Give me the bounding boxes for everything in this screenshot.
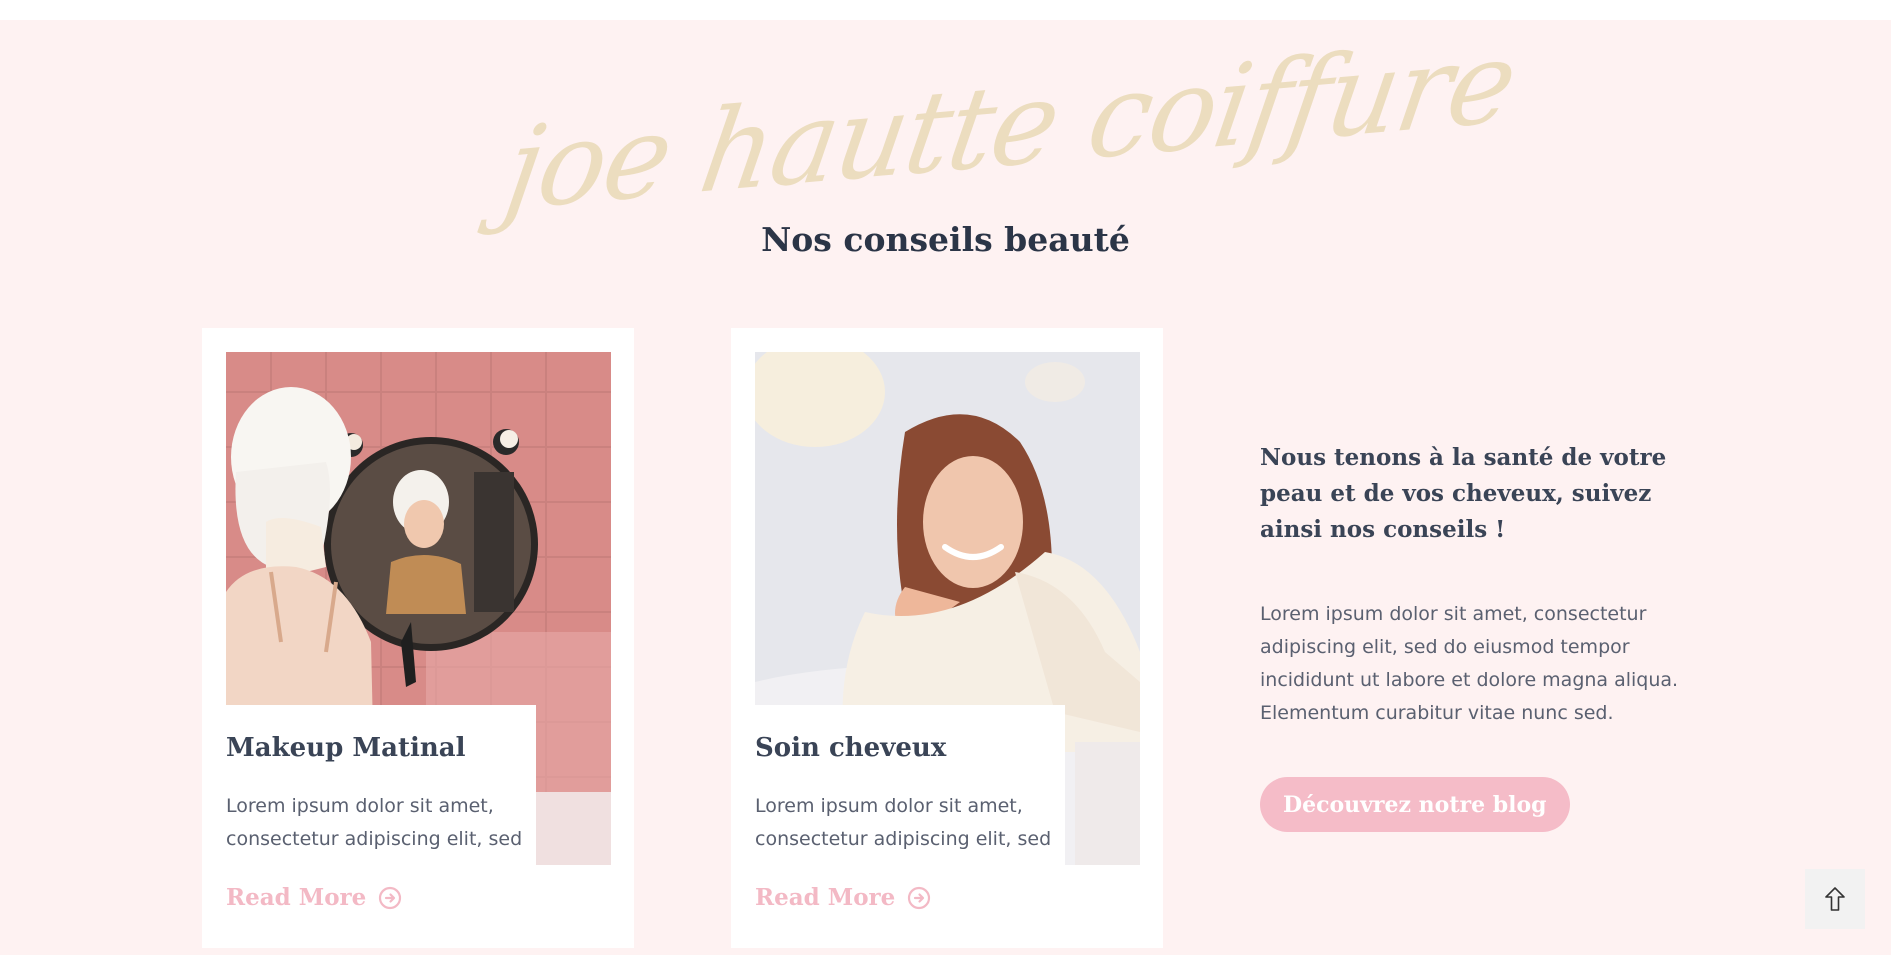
card-excerpt: Lorem ipsum dolor sit amet, consectetur … (755, 795, 1052, 850)
blog-card-makeup: Makeup Matinal Lorem ipsum dolor sit ame… (202, 328, 634, 948)
card-body: Soin cheveux Lorem ipsum dolor sit amet,… (755, 705, 1065, 865)
script-brand-title: joe hautte coiffure (496, 20, 1524, 237)
read-more-link[interactable]: Read More (226, 884, 402, 911)
read-more-label: Read More (755, 884, 896, 911)
top-bar (0, 0, 1891, 20)
card-title[interactable]: Soin cheveux (755, 733, 946, 763)
arrow-up-icon (1825, 887, 1845, 911)
arrow-circle-right-icon (379, 886, 402, 909)
aside-text: Lorem ipsum dolor sit amet, consectetur … (1260, 603, 1679, 724)
scroll-to-top-button[interactable] (1805, 869, 1865, 929)
card-excerpt: Lorem ipsum dolor sit amet, consectetur … (226, 795, 523, 850)
card-body: Makeup Matinal Lorem ipsum dolor sit ame… (226, 705, 536, 865)
blog-card-hair-care: Soin cheveux Lorem ipsum dolor sit amet,… (731, 328, 1163, 948)
card-title[interactable]: Makeup Matinal (226, 733, 465, 763)
beauty-tips-section: joe hautte coiffure Nos conseils beauté (0, 20, 1891, 955)
section-title: Nos conseils beauté (761, 220, 1130, 259)
read-more-label: Read More (226, 884, 367, 911)
read-more-link[interactable]: Read More (755, 884, 931, 911)
discover-blog-button[interactable]: Découvrez notre blog (1260, 777, 1570, 832)
aside-heading: Nous tenons à la santé de votre peau et … (1260, 444, 1667, 543)
arrow-circle-right-icon (908, 886, 931, 909)
